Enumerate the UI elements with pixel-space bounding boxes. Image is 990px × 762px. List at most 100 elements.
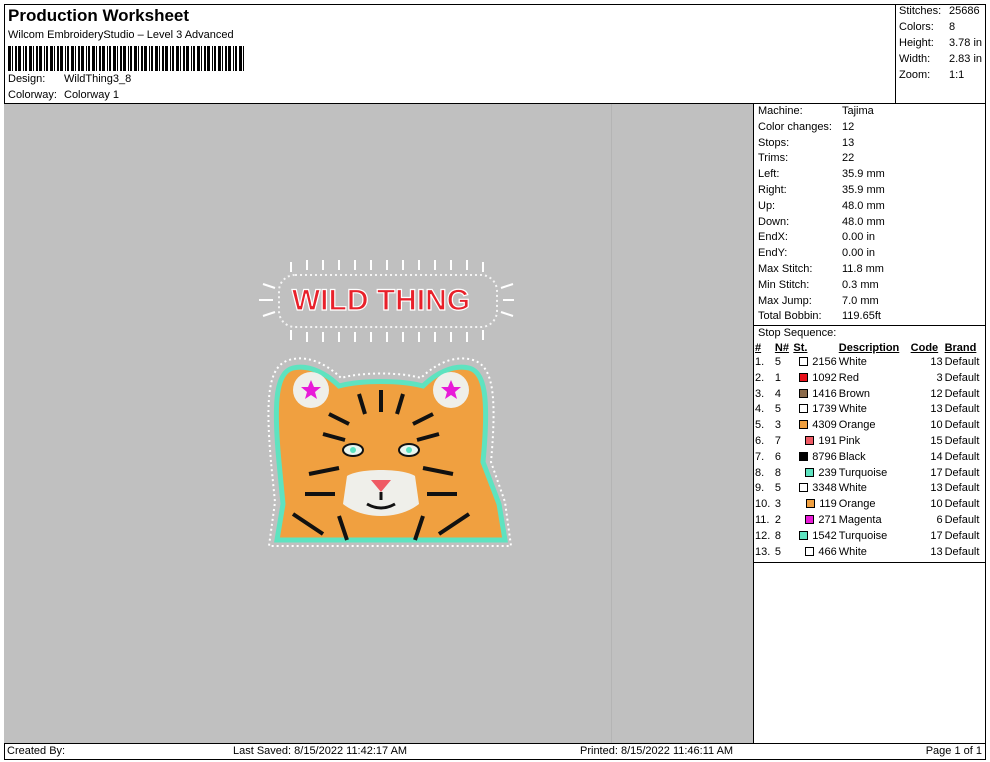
color-swatch [799, 451, 809, 461]
barcode-bar [243, 46, 244, 71]
stitch-count: 1092 [812, 371, 837, 384]
info-value: 35.9 mm [842, 183, 885, 196]
info-row: Min Stitch: 0.3 mm [754, 278, 986, 294]
stitches-row: Stitches: 25686 [899, 5, 980, 17]
barcode-bar [134, 46, 137, 71]
info-row: Max Stitch: 11.8 mm [754, 262, 986, 278]
barcode-bar [218, 46, 221, 71]
barcode-bar [128, 46, 129, 71]
thread-brand: Default [944, 513, 980, 526]
zoom-row: Zoom: 1:1 [899, 69, 964, 81]
barcode-bar [233, 46, 234, 71]
info-row: Total Bobbin: 119.65ft [754, 309, 986, 325]
height-value: 3.78 in [949, 37, 983, 49]
barcode-bar [67, 46, 69, 71]
row-number: 10. [755, 498, 771, 511]
barcode-bar [214, 46, 216, 71]
barcode-bar [180, 46, 181, 71]
info-row: Trims: 22 [754, 151, 986, 167]
info-value: 0.00 in [842, 247, 876, 260]
colors-label: Colors: [899, 21, 934, 33]
barcode-bar [191, 46, 192, 71]
stitch-count: 3348 [812, 482, 837, 495]
colors-value: 8 [949, 21, 956, 33]
colorway-label: Colorway: [8, 89, 57, 101]
stitch-cell: 271 [792, 513, 837, 529]
barcode-bar [222, 46, 223, 71]
thread-brand: Default [944, 403, 980, 416]
needle-number: 5 [774, 403, 782, 416]
barcode-bar [155, 46, 158, 71]
color-description: Red [838, 371, 859, 384]
barcode-bar [75, 46, 76, 71]
thread-brand: Default [944, 356, 980, 368]
needle-number: 1 [774, 371, 782, 384]
stitch-count: 1542 [812, 529, 837, 542]
barcode-bar [151, 46, 153, 71]
color-code: 15 [930, 434, 943, 447]
barcode-bar [176, 46, 179, 71]
width-label: Width: [899, 53, 931, 65]
stitch-cell: 3348 [792, 481, 837, 497]
barcode-bar [204, 46, 206, 71]
info-label: EndY: [758, 247, 788, 260]
info-value: 0.00 in [842, 231, 876, 244]
stop-sequence-title: Stop Sequence: [754, 325, 986, 341]
stitches-value: 25686 [949, 5, 980, 17]
barcode-bar [207, 46, 210, 71]
color-swatch [799, 530, 809, 540]
info-label: Left: [758, 168, 780, 181]
color-code: 13 [930, 482, 943, 495]
stitch-count: 119 [819, 498, 837, 511]
color-swatch [806, 499, 816, 509]
colorway-row: Colorway: Colorway 1 [8, 89, 119, 101]
height-row: Height: 3.78 in [899, 37, 982, 49]
needle-number: 5 [774, 356, 782, 368]
printed-date: Printed: 8/15/2022 11:46:11 AM [580, 745, 734, 757]
thread-brand: Default [944, 545, 980, 558]
barcode-bar [123, 46, 126, 71]
stitch-cell: 466 [792, 545, 837, 561]
stitch-cell: 2156 [792, 355, 837, 371]
row-number: 3. [755, 387, 765, 400]
needle-number: 3 [774, 498, 782, 511]
info-row: Color changes: 12 [754, 120, 986, 136]
color-code: 10 [930, 498, 943, 511]
barcode-bar [54, 46, 55, 71]
color-swatch [805, 435, 815, 445]
info-row: Right: 35.9 mm [754, 183, 986, 199]
col-brand: Brand [944, 341, 977, 354]
page-title: Production Worksheet [8, 6, 190, 25]
info-label: Trims: [758, 152, 789, 165]
barcode-bar [109, 46, 111, 71]
barcode-bar [170, 46, 171, 71]
design-canvas[interactable]: WILD THING [4, 104, 754, 743]
barcode-bar [12, 46, 13, 71]
color-swatch [799, 357, 809, 366]
summary-panel: Stitches: 25686 Colors: 8 Height: 3.78 in W… [895, 4, 986, 104]
barcode-bar [193, 46, 195, 71]
color-code: 13 [930, 356, 943, 368]
barcode-bar [65, 46, 66, 71]
info-value: Tajima [842, 105, 874, 117]
color-swatch [799, 404, 809, 414]
needle-number: 3 [774, 419, 782, 432]
stitch-cell: 4309 [792, 418, 837, 434]
barcode-bar [23, 46, 24, 71]
info-label: Stops: [758, 136, 790, 149]
barcode-bar [44, 46, 45, 71]
barcode-bar [149, 46, 150, 71]
table-row: 5. 3 4309 Orange 10 Default [754, 418, 986, 434]
color-code: 13 [930, 403, 943, 416]
barcode-bar [165, 46, 168, 71]
thread-brand: Default [944, 529, 980, 542]
info-label: Max Jump: [758, 294, 812, 307]
page-number: Page 1 of 1 [925, 745, 982, 757]
barcode-bar [228, 46, 231, 71]
table-row: 3. 4 1416 Brown 12 Default [754, 387, 986, 403]
barcode-bar [92, 46, 95, 71]
col-number: # [755, 341, 762, 354]
stitch-cell: 119 [792, 497, 837, 513]
color-description: Brown [838, 387, 870, 400]
col-description: Description [838, 341, 900, 354]
